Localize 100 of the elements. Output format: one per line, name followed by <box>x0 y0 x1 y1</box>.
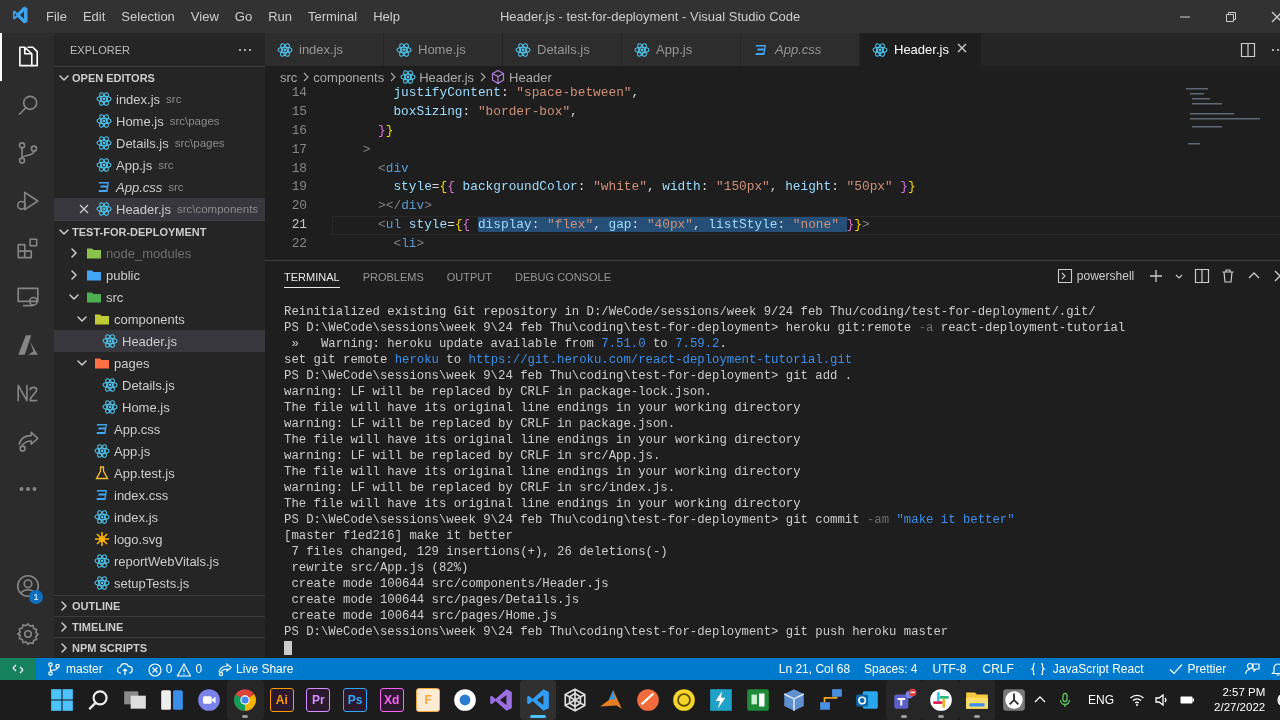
vscode-logo-icon[interactable] <box>12 5 29 25</box>
menu-item[interactable]: Terminal <box>300 9 366 24</box>
tree-item[interactable]: logo.svg <box>54 528 265 550</box>
editor-tab[interactable]: App.js <box>622 33 741 66</box>
tree-item[interactable]: components <box>54 308 265 330</box>
encoding-setting[interactable]: UTF-8 <box>924 662 975 676</box>
language-mode[interactable]: JavaScript React <box>1052 662 1144 676</box>
windows-logo-icon <box>49 687 76 713</box>
atom-icon <box>396 41 412 58</box>
open-editor-item[interactable]: Details.js src\pages <box>54 132 265 154</box>
editor-tab[interactable]: Details.js <box>503 33 622 66</box>
indentation-setting[interactable]: Spaces: 4 <box>857 662 925 676</box>
vscode-icon <box>525 687 551 713</box>
editor-tab[interactable]: Home.js <box>384 33 503 66</box>
editor-tab[interactable]: Header.js <box>860 33 982 66</box>
tree-item[interactable]: App.css <box>54 418 265 440</box>
taskbar-button[interactable]: Pr <box>300 680 337 720</box>
live-share-button[interactable]: Live Share <box>236 662 294 676</box>
input-language[interactable]: ENG <box>1088 693 1115 707</box>
tree-item[interactable]: App.test.js <box>54 462 265 484</box>
line-number: 17 <box>290 140 307 159</box>
open-editor-item[interactable]: Header.js src\components <box>54 198 265 220</box>
breadcrumb-item[interactable]: src <box>280 69 298 85</box>
code-line: > <box>361 140 372 159</box>
restore-icon[interactable] <box>1225 10 1238 23</box>
breadcrumb-item[interactable]: components <box>313 69 385 85</box>
taskbar-button[interactable] <box>519 680 557 720</box>
menu-item[interactable]: Selection <box>113 9 183 24</box>
atom-icon <box>96 201 112 217</box>
app-tile-icon: Xd <box>379 688 404 712</box>
menu-item[interactable]: Run <box>260 9 300 24</box>
terminal-shell-label[interactable]: powershell <box>1076 268 1135 283</box>
taskbar-button[interactable] <box>226 680 264 720</box>
branch-label[interactable]: master <box>66 662 103 676</box>
atom-icon <box>634 41 650 58</box>
code-line: <ul style={{ display: "flex", gap: "40px", listStyle: "none" }}> <box>332 216 1280 236</box>
line-ending-setting[interactable]: CRLF <box>974 662 1022 676</box>
tree-item[interactable]: setupTests.js <box>54 572 265 594</box>
terminal-line: warning: LF will be replaced by CRLF in src/App.js. <box>284 448 662 464</box>
wifi-icon[interactable] <box>1129 692 1146 708</box>
taskbar-button[interactable] <box>885 680 923 720</box>
open-editor-item[interactable]: Home.js src\pages <box>54 110 265 132</box>
tree-item[interactable]: pages <box>54 352 265 374</box>
branch-icon <box>46 661 62 677</box>
menu-item[interactable]: View <box>182 9 227 24</box>
tree-item[interactable]: Home.js <box>54 396 265 418</box>
terminal-line: [master f1ed216] make it better <box>284 528 514 544</box>
section-header[interactable]: TIMELINE <box>54 616 265 637</box>
panel-tab[interactable]: TERMINAL <box>284 263 340 288</box>
clock-time[interactable]: 2:57 PM <box>1222 685 1266 700</box>
split-terminal-icon[interactable] <box>1194 267 1211 284</box>
taskbar-button[interactable] <box>958 680 996 720</box>
tree-item[interactable]: Details.js <box>54 374 265 396</box>
editor-tab[interactable]: App.css <box>741 33 860 66</box>
formatter-status[interactable]: Prettier <box>1187 662 1227 676</box>
account-icon[interactable] <box>15 573 41 599</box>
close-icon[interactable] <box>1271 10 1280 23</box>
breadcrumb-item[interactable]: Header.js <box>419 69 475 85</box>
plus-icon[interactable] <box>1148 267 1165 284</box>
atom-icon <box>277 41 293 58</box>
menu-item[interactable]: Go <box>226 9 261 24</box>
menu-item[interactable]: Edit <box>74 9 114 24</box>
split-editor-icon[interactable] <box>1240 41 1257 58</box>
panel-tab[interactable]: OUTPUT <box>446 263 492 288</box>
settings-icon[interactable] <box>15 621 41 647</box>
error-count[interactable]: 0 <box>165 662 173 676</box>
tree-item[interactable]: src <box>54 286 265 308</box>
atom-icon <box>94 509 110 525</box>
taskbar-button[interactable]: Ps <box>336 680 374 720</box>
app-tile-icon: Pr <box>306 688 331 712</box>
taskbar-button[interactable]: Xd <box>373 680 410 720</box>
editor-tab[interactable]: index.js <box>265 33 384 66</box>
menu-item[interactable]: Help <box>365 9 408 24</box>
clock-date[interactable]: 2/27/2022 <box>1214 700 1266 715</box>
section-header[interactable]: OUTLINE <box>54 595 265 616</box>
panel-tab[interactable]: PROBLEMS <box>362 263 424 288</box>
tree-item[interactable]: public <box>54 264 265 286</box>
feedback-icon[interactable] <box>1244 661 1261 677</box>
warning-count[interactable]: 0 <box>195 662 203 676</box>
tree-item[interactable]: reportWebVitals.js <box>54 550 265 572</box>
breadcrumb-item[interactable]: Header <box>509 69 552 85</box>
atom-icon <box>102 377 118 393</box>
open-editor-item[interactable]: index.js src <box>54 88 265 110</box>
menu-item[interactable]: File <box>38 9 75 24</box>
app-tile-icon: Ps <box>343 688 368 712</box>
tree-item[interactable]: Header.js <box>54 330 265 352</box>
open-editor-item[interactable]: App.js src <box>54 154 265 176</box>
taskbar-button[interactable]: Ai <box>263 680 301 720</box>
azure-icon[interactable] <box>15 332 41 358</box>
open-editor-item[interactable]: App.css src <box>54 176 265 198</box>
trash-icon[interactable] <box>1220 267 1237 284</box>
tree-item[interactable]: index.css <box>54 484 265 506</box>
cloud-sync-icon[interactable] <box>116 661 133 677</box>
panel-tab[interactable]: DEBUG CONSOLE <box>515 263 611 288</box>
tree-item[interactable]: index.js <box>54 506 265 528</box>
section-header[interactable]: TEST-FOR-DEPLOYMENT <box>54 220 265 242</box>
tree-item[interactable]: App.js <box>54 440 265 462</box>
cursor-position[interactable]: Ln 21, Col 68 <box>771 662 858 676</box>
section-header[interactable]: OPEN EDITORS <box>54 66 265 88</box>
widgets-icon <box>159 687 186 713</box>
